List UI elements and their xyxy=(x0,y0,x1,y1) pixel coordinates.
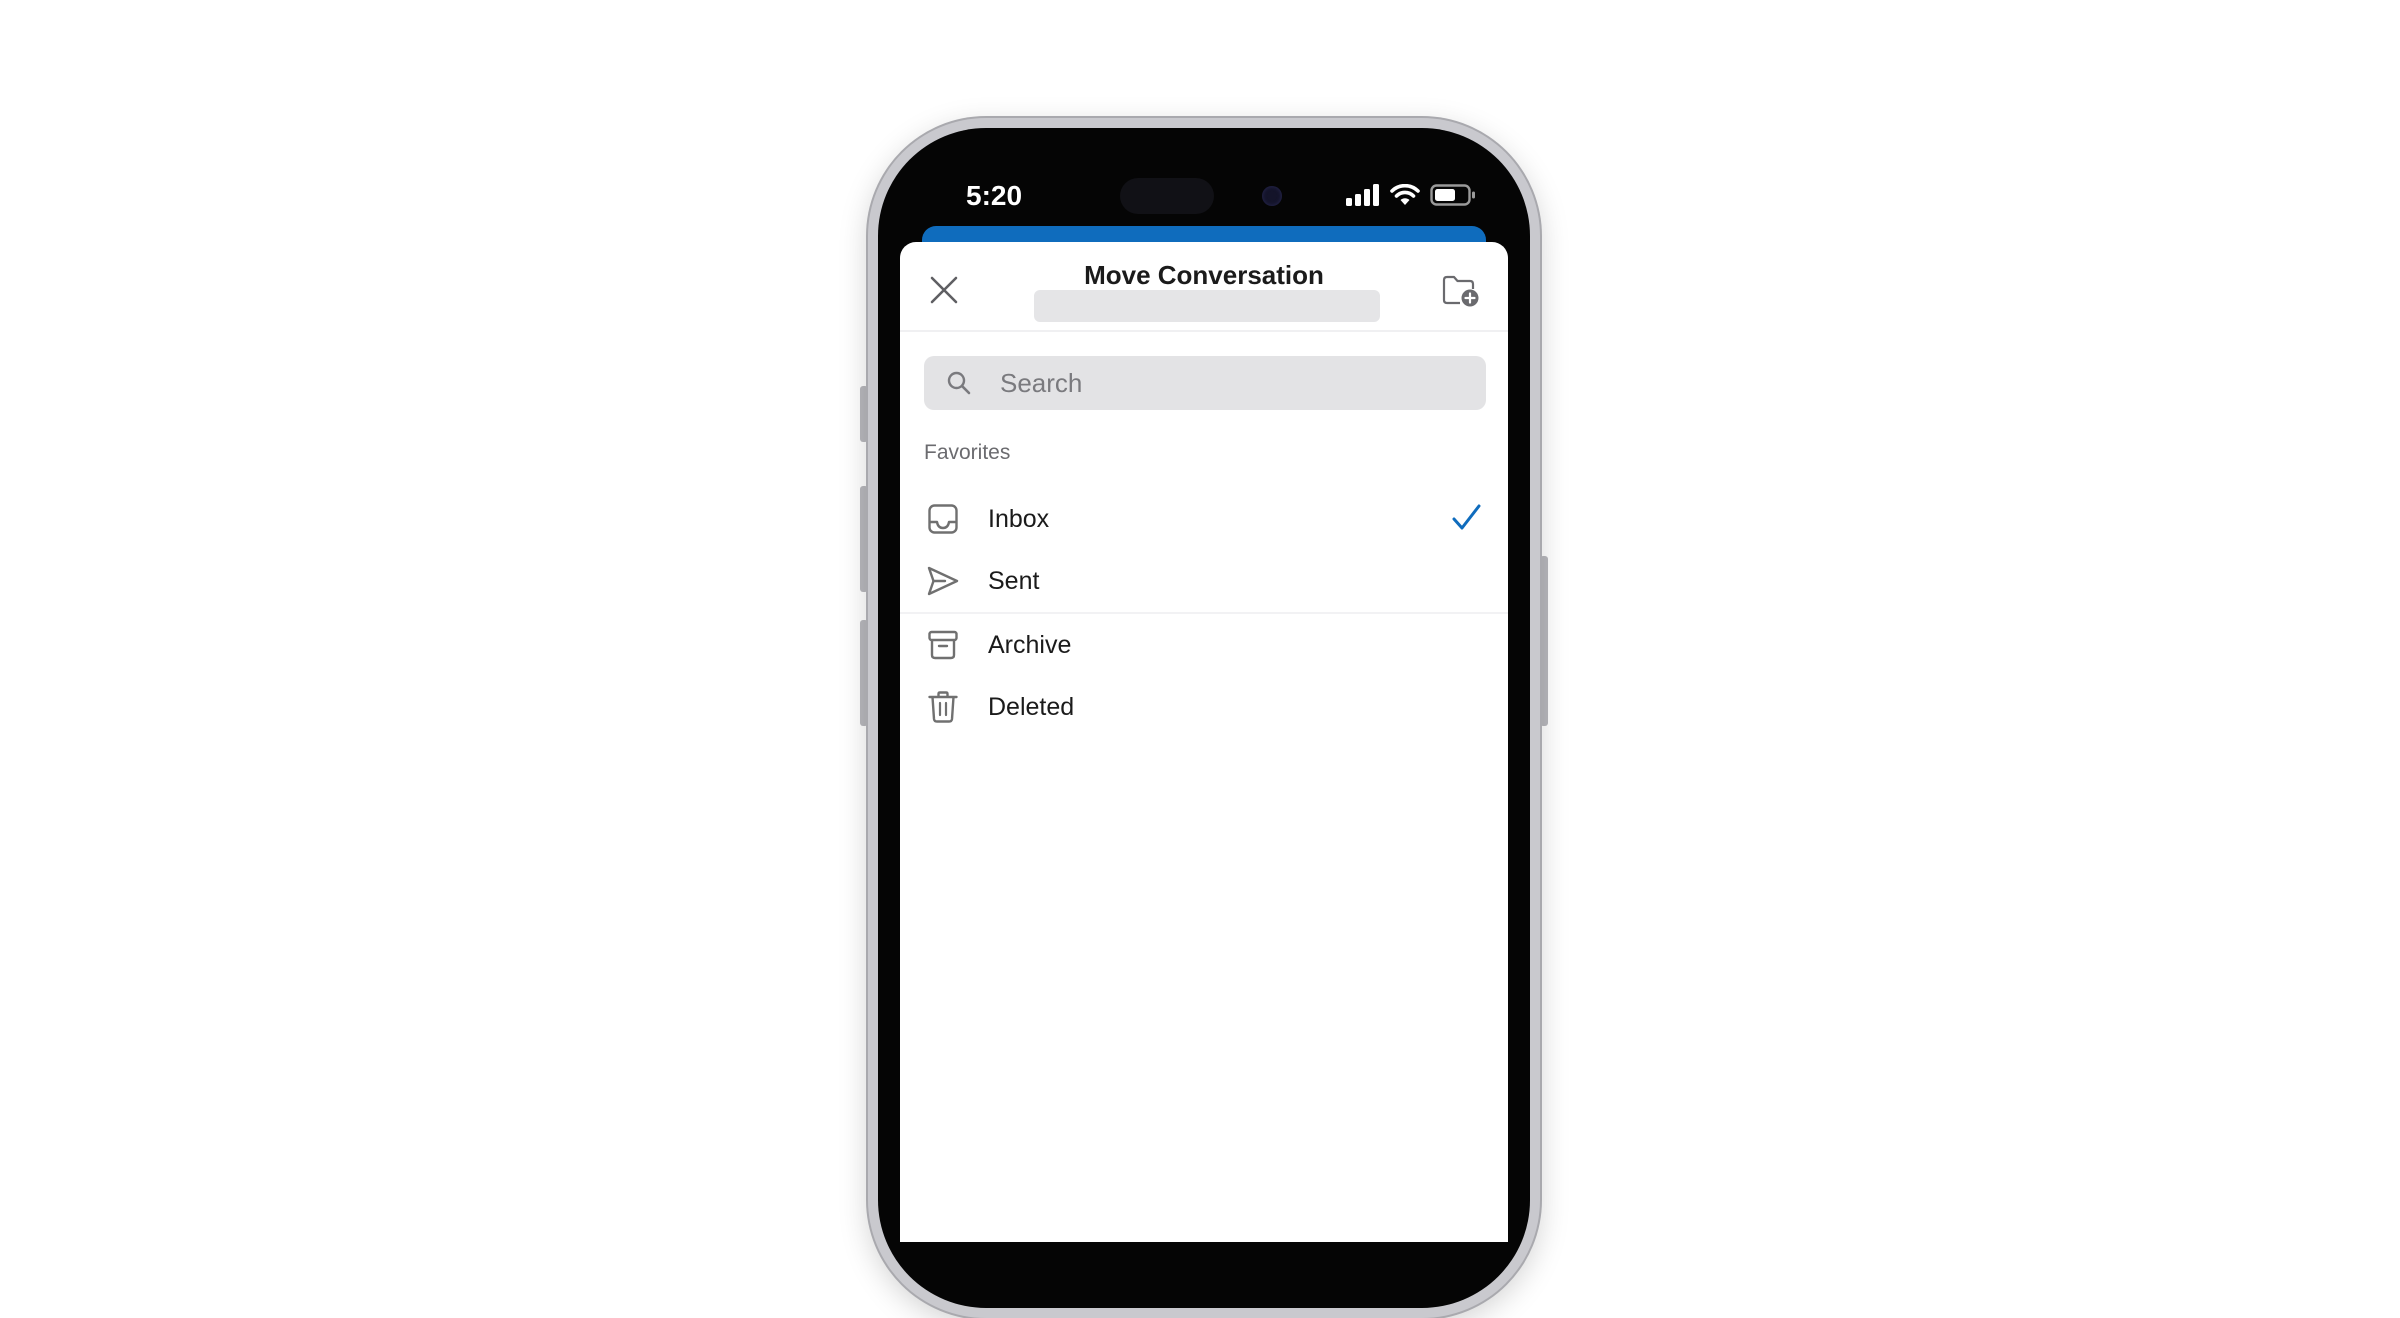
archive-icon xyxy=(924,626,962,664)
sheet-title: Move Conversation xyxy=(1084,260,1324,290)
header-divider xyxy=(900,330,1508,332)
folder-label: Archive xyxy=(988,631,1072,659)
move-conversation-sheet: Move Conversation Favorites Inbox xyxy=(900,242,1508,1242)
inbox-icon xyxy=(924,500,962,538)
trash-icon xyxy=(924,688,962,726)
folder-label: Sent xyxy=(988,567,1040,595)
side-button xyxy=(1540,556,1548,726)
dynamic-island xyxy=(1120,178,1214,214)
favorites-section-label: Favorites xyxy=(924,441,1011,464)
close-button[interactable] xyxy=(922,268,966,312)
volume-down-button xyxy=(860,620,868,726)
send-icon xyxy=(924,562,962,600)
folder-add-icon xyxy=(1442,275,1479,307)
wifi-icon xyxy=(1390,184,1420,205)
close-icon xyxy=(930,276,958,304)
search-field[interactable] xyxy=(924,356,1486,410)
folder-label: Inbox xyxy=(988,505,1050,533)
status-bar-time: 5:20 xyxy=(966,180,1023,211)
folder-label: Deleted xyxy=(988,693,1075,721)
search-input[interactable] xyxy=(1000,356,1470,410)
folder-item-deleted[interactable]: Deleted xyxy=(900,674,1508,738)
redacted-subtitle xyxy=(1034,290,1380,322)
cellular-signal-icon xyxy=(1346,184,1379,206)
action-button xyxy=(860,386,868,442)
folder-item-archive[interactable]: Archive xyxy=(900,612,1508,676)
folder-item-sent[interactable]: Sent xyxy=(900,548,1508,612)
battery-icon xyxy=(1430,184,1475,206)
status-bar-icons xyxy=(1346,180,1476,210)
search-icon xyxy=(947,371,971,395)
checkmark-icon xyxy=(1452,504,1481,530)
folder-item-inbox[interactable]: Inbox xyxy=(900,486,1508,550)
volume-up-button xyxy=(860,486,868,592)
front-camera xyxy=(1262,186,1282,206)
new-folder-button[interactable] xyxy=(1438,268,1484,314)
